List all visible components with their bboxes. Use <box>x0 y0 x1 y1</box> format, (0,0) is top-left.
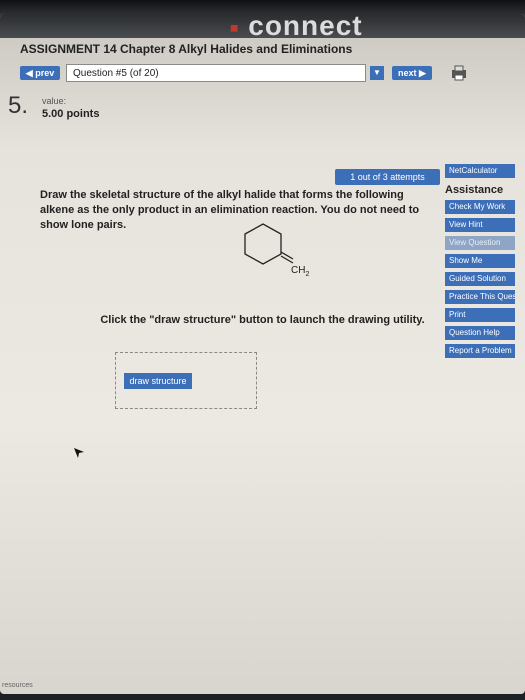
value-label: value: <box>42 96 67 106</box>
assistance-heading: Assistance <box>445 184 504 196</box>
check-my-work-button[interactable]: Check My Work <box>445 200 515 214</box>
molecule-subscript: 2 <box>305 271 309 278</box>
mouse-cursor-icon <box>74 448 84 458</box>
show-me-button[interactable]: Show Me <box>445 254 515 268</box>
brand-mark-icon: ■ <box>230 19 240 36</box>
header-bar: ■ connect <box>0 14 525 41</box>
drawing-area[interactable]: draw structure <box>115 352 257 409</box>
svg-text:CH2: CH2 <box>291 265 309 278</box>
draw-structure-button[interactable]: draw structure <box>124 373 192 389</box>
question-select[interactable]: Question #5 (of 20) <box>66 64 366 82</box>
assignment-title: ASSIGNMENT 14 Chapter 8 Alkyl Halides an… <box>20 42 353 56</box>
guided-solution-button[interactable]: Guided Solution <box>445 272 515 286</box>
view-question-button[interactable]: View Question <box>445 236 515 250</box>
value-points: 5.00 points <box>42 108 100 120</box>
browser-screen: ■ connect ASSIGNMENT 14 Chapter 8 Alkyl … <box>0 14 525 694</box>
resources-link[interactable]: resources <box>2 682 33 689</box>
report-problem-button[interactable]: Report a Problem <box>445 344 515 358</box>
practice-question-button[interactable]: Practice This Question <box>445 290 515 304</box>
print-icon[interactable] <box>450 64 468 82</box>
methylenecyclohexane-structure: CH2 <box>244 223 309 278</box>
question-help-button[interactable]: Question Help <box>445 326 515 340</box>
view-hint-button[interactable]: View Hint <box>445 218 515 232</box>
attempts-badge: 1 out of 3 attempts <box>335 169 440 185</box>
prev-button[interactable]: ◀ prev <box>20 66 60 80</box>
question-number: 5. <box>8 92 29 119</box>
brand-logo: ■ connect <box>230 14 363 42</box>
chevron-down-icon[interactable]: ▼ <box>370 66 384 80</box>
molecule-label: CH <box>291 265 305 276</box>
net-calculator-button[interactable]: NetCalculator <box>445 164 515 178</box>
assistance-sidebar: NetCalculator Assistance Check My Work V… <box>445 164 520 362</box>
print-button[interactable]: Print <box>445 308 515 322</box>
question-nav: ◀ prev Question #5 (of 20) ▼ next ▶ <box>20 64 468 84</box>
next-button[interactable]: next ▶ <box>392 66 432 80</box>
brand-name: connect <box>248 14 363 41</box>
